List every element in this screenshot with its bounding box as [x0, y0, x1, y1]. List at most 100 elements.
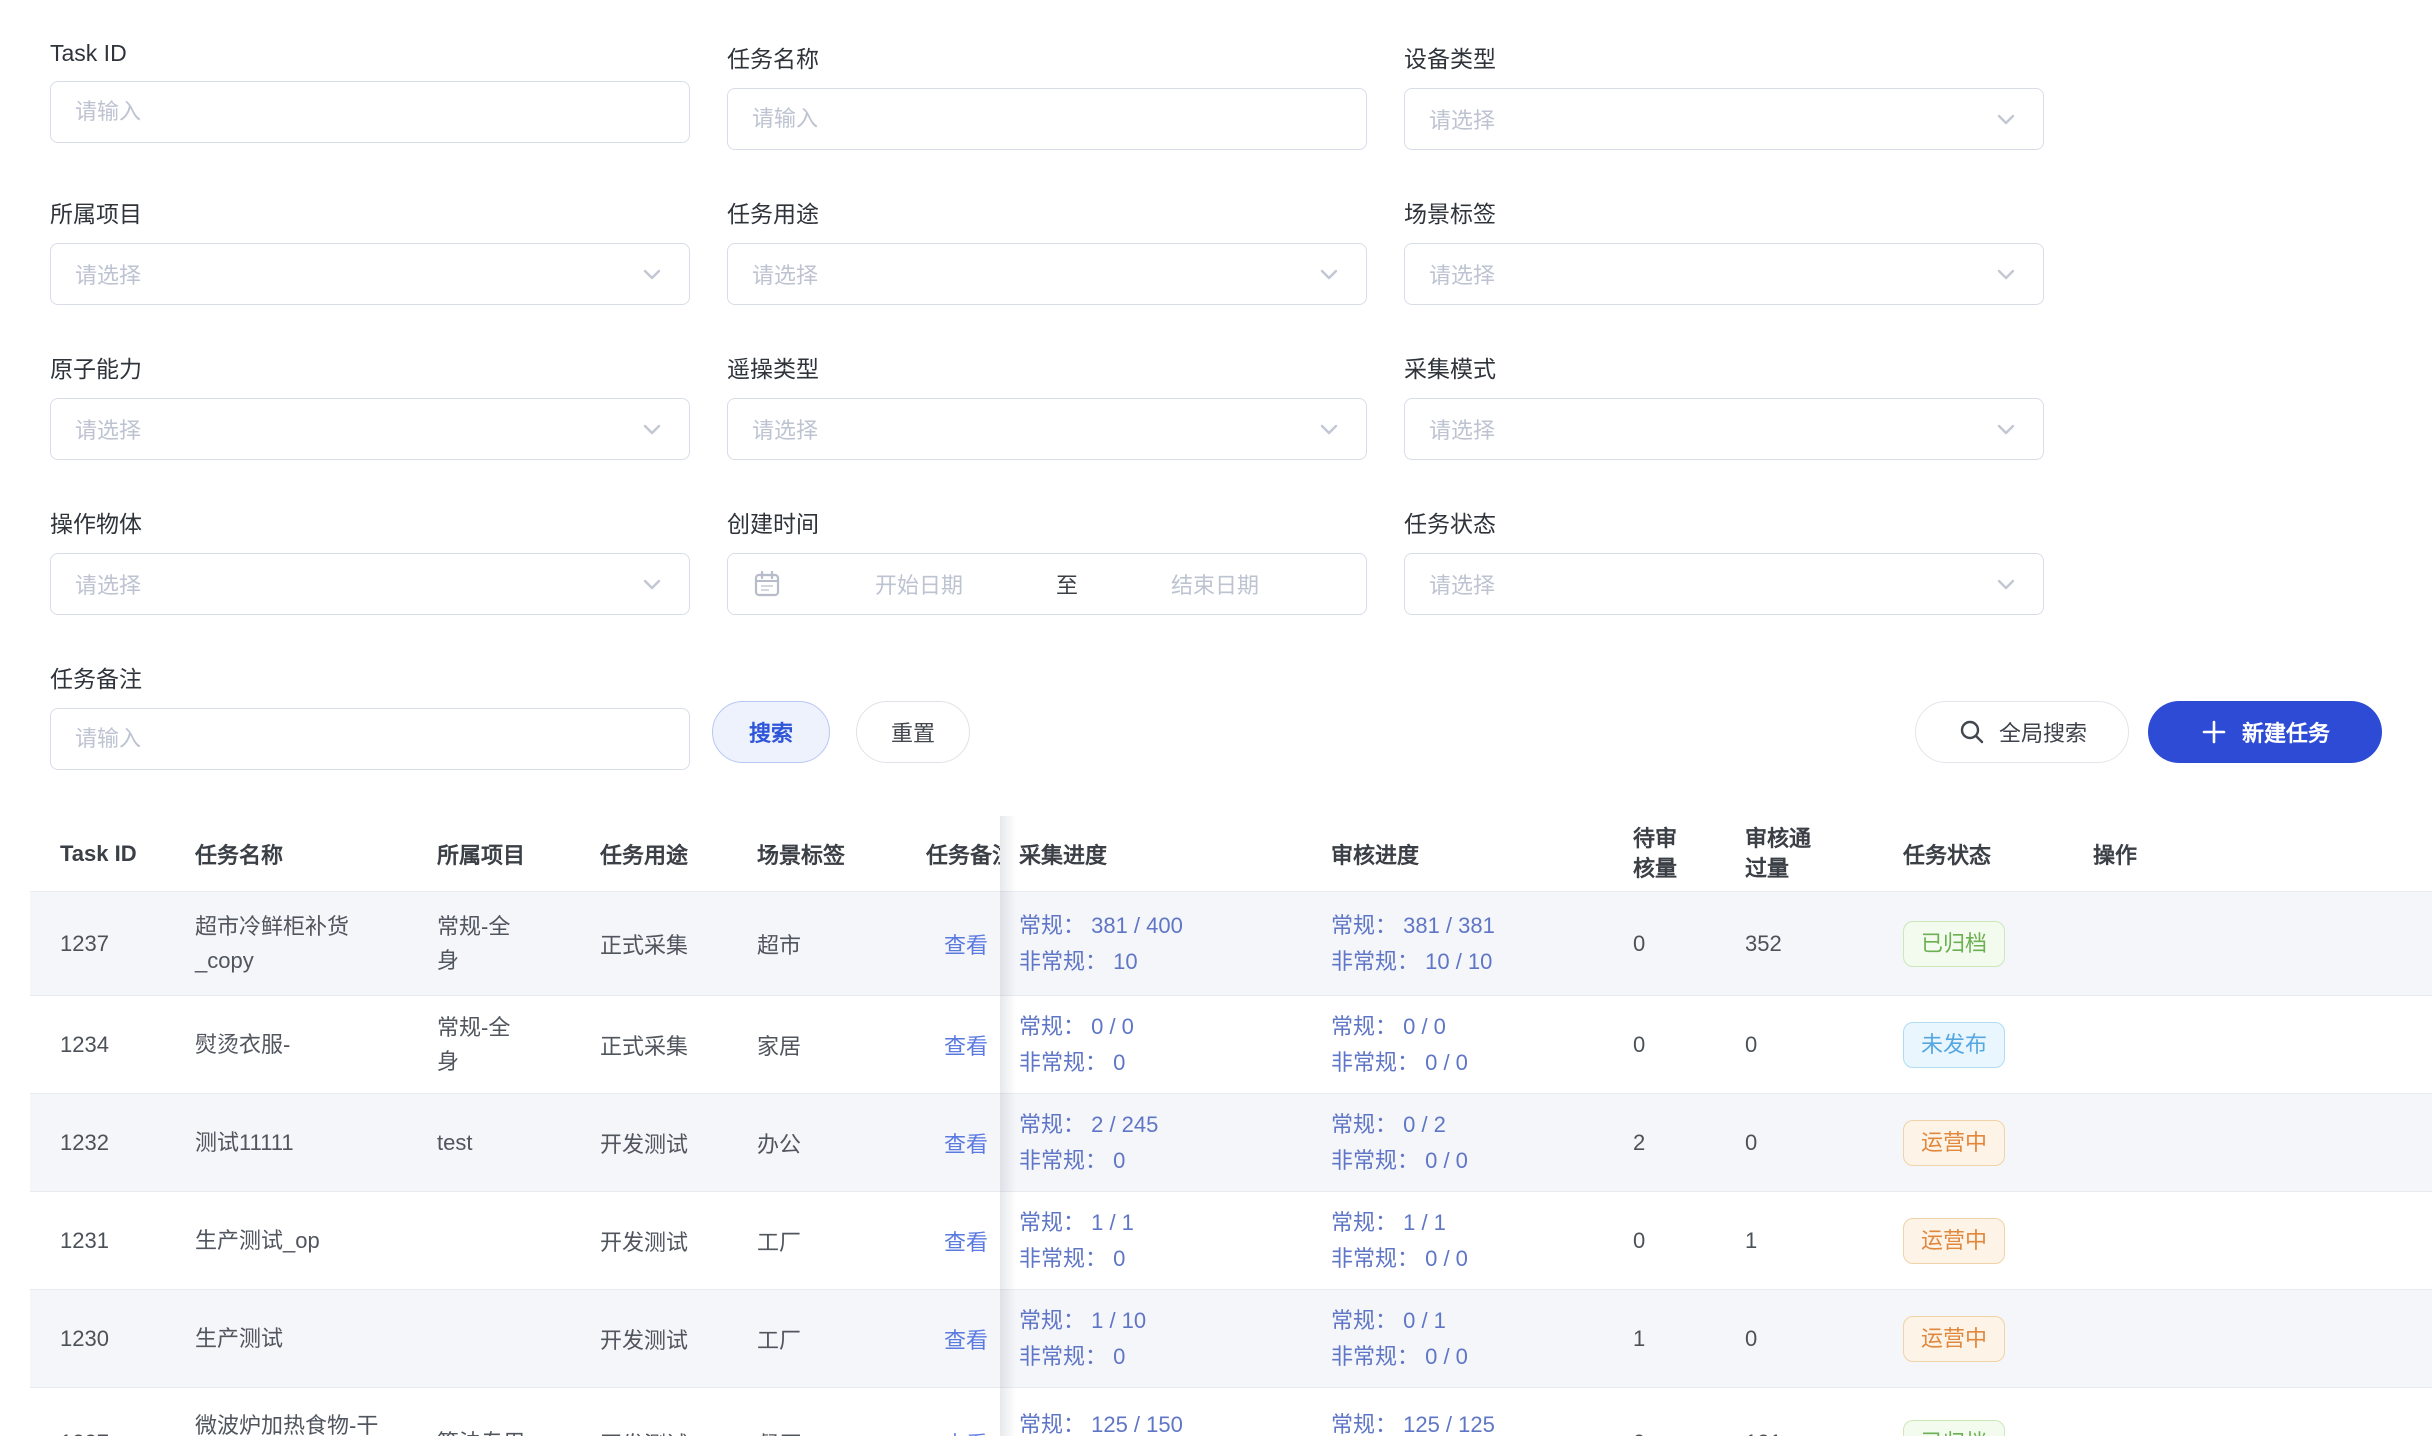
col-header-collect: 采集进度	[1019, 838, 1331, 870]
plus-icon	[2200, 718, 2228, 746]
scene-tag-cell: 工厂	[757, 1323, 801, 1355]
approved-count-cell: 121	[1745, 1430, 1782, 1436]
filter-field-scene-tag: 场景标签 请选择	[1404, 195, 2044, 305]
status-badge: 未发布	[1903, 1022, 2005, 1068]
new-task-button[interactable]: 新建任务	[2148, 701, 2382, 763]
approved-count-cell: 0	[1745, 1032, 1757, 1058]
table-row: 1230 生产测试 开发测试 工厂 查看 常规： 1 / 10非常规： 0 常规…	[30, 1290, 2432, 1388]
table-row: 1231 生产测试_op 开发测试 工厂 查看 常规： 1 / 1非常规： 0 …	[30, 1192, 2432, 1290]
view-remark-link[interactable]: 查看	[944, 1127, 988, 1159]
device-type-select[interactable]: 请选择	[1404, 88, 2044, 150]
status-badge: 运营中	[1903, 1120, 2005, 1166]
col-header-purpose: 任务用途	[600, 838, 757, 870]
task-name-cell: 测试11111	[195, 1126, 294, 1160]
atomic-ability-select[interactable]: 请选择	[50, 398, 690, 460]
filter-field-task-status: 任务状态 请选择	[1404, 505, 2044, 615]
review-progress-cell: 常规： 125 / 125非常规： 0 / 0	[1331, 1407, 1495, 1436]
task-name-cell: 超市冷鲜柜补货_copy	[195, 910, 380, 978]
global-search-button[interactable]: 全局搜索	[1915, 701, 2129, 763]
view-remark-link[interactable]: 查看	[944, 1029, 988, 1061]
task-name-cell: 微波炉加热食物-干扰-depth降...	[195, 1409, 380, 1436]
status-badge: 已归档	[1903, 1420, 2005, 1436]
task-name-cell: 生产测试	[195, 1322, 283, 1356]
status-badge: 运营中	[1903, 1218, 2005, 1264]
date-range-picker[interactable]: 开始日期 至 结束日期	[727, 553, 1367, 615]
chevron-down-icon	[1993, 261, 2019, 287]
task-name-input[interactable]	[727, 88, 1367, 150]
start-date-placeholder[interactable]: 开始日期	[792, 568, 1046, 600]
scene-tag-select[interactable]: 请选择	[1404, 243, 2044, 305]
purpose-cell: 正式采集	[600, 1029, 688, 1061]
actions-cell	[2093, 1007, 2229, 1083]
purpose-cell: 开发测试	[600, 1127, 688, 1159]
project-select[interactable]: 请选择	[50, 243, 690, 305]
chevron-down-icon	[639, 416, 665, 442]
view-remark-link[interactable]: 查看	[944, 1323, 988, 1355]
field-label: Task ID	[50, 40, 690, 67]
filter-field-remark: 任务备注	[50, 660, 690, 770]
task-id-cell: 1231	[60, 1228, 109, 1254]
col-header-review: 审核进度	[1331, 838, 1633, 870]
table-header-row: Task ID 任务名称 所属项目 任务用途 场景标签 任务备注 采集进度 审核…	[30, 816, 2432, 892]
filter-field-object: 操作物体 请选择	[50, 505, 690, 615]
purpose-select[interactable]: 请选择	[727, 243, 1367, 305]
task-id-input[interactable]	[50, 81, 690, 143]
object-select[interactable]: 请选择	[50, 553, 690, 615]
chevron-down-icon	[1316, 261, 1342, 287]
search-button[interactable]: 搜索	[712, 701, 830, 763]
collect-progress-cell: 常规： 1 / 1非常规： 0	[1019, 1205, 1134, 1277]
purpose-cell: 正式采集	[600, 928, 688, 960]
status-badge: 已归档	[1903, 921, 2005, 967]
col-header-approved: 审核通过量	[1745, 824, 1903, 884]
col-header-task-name: 任务名称	[195, 838, 437, 870]
collect-progress-cell: 常规： 2 / 245非常规： 0	[1019, 1107, 1158, 1179]
review-progress-cell: 常规： 1 / 1非常规： 0 / 0	[1331, 1205, 1468, 1277]
project-cell: 常规-全身	[437, 910, 527, 978]
col-header-task-id: Task ID	[30, 841, 195, 867]
view-remark-link[interactable]: 查看	[944, 1225, 988, 1257]
view-remark-link[interactable]: 查看	[944, 1427, 988, 1436]
task-remark-input[interactable]	[50, 708, 690, 770]
field-label: 任务备注	[50, 660, 690, 694]
approved-count-cell: 0	[1745, 1130, 1757, 1156]
filter-field-collect-mode: 采集模式 请选择	[1404, 350, 2044, 460]
approved-count-cell: 0	[1745, 1326, 1757, 1352]
end-date-placeholder[interactable]: 结束日期	[1088, 568, 1342, 600]
filter-field-teleop-type: 遥操类型 请选择	[727, 350, 1367, 460]
collect-mode-select[interactable]: 请选择	[1404, 398, 2044, 460]
field-label: 遥操类型	[727, 350, 1367, 384]
pending-count-cell: 0	[1633, 1032, 1645, 1058]
table-body: 1237 超市冷鲜柜补货_copy 常规-全身 正式采集 超市 查看 常规： 3…	[30, 892, 2432, 1436]
filter-field-task-name: 任务名称	[727, 40, 1367, 150]
review-progress-cell: 常规： 381 / 381非常规： 10 / 10	[1331, 908, 1495, 980]
filter-form: Task ID 任务名称 设备类型 请选择 所属项目 请选择 任务用途 请选择 …	[0, 0, 2432, 615]
collect-progress-cell: 常规： 125 / 150非常规： 0	[1019, 1407, 1183, 1436]
task-id-cell: 1232	[60, 1130, 109, 1156]
view-remark-link[interactable]: 查看	[944, 928, 988, 960]
search-icon	[1957, 717, 1987, 747]
teleop-type-select[interactable]: 请选择	[727, 398, 1367, 460]
review-progress-cell: 常规： 0 / 1非常规： 0 / 0	[1331, 1303, 1468, 1375]
approved-count-cell: 1	[1745, 1228, 1757, 1254]
col-header-pending: 待审核量	[1633, 824, 1745, 884]
filter-field-atomic-ability: 原子能力 请选择	[50, 350, 690, 460]
pending-count-cell: 0	[1633, 931, 1645, 957]
field-label: 场景标签	[1404, 195, 2044, 229]
chevron-down-icon	[1993, 571, 2019, 597]
filter-field-task-id: Task ID	[50, 40, 690, 150]
task-table: Task ID 任务名称 所属项目 任务用途 场景标签 任务备注 采集进度 审核…	[30, 816, 2432, 1436]
status-badge: 运营中	[1903, 1316, 2005, 1362]
field-label: 采集模式	[1404, 350, 2044, 384]
table-row: 1234 熨烫衣服- 常规-全身 正式采集 家居 查看 常规： 0 / 0非常规…	[30, 996, 2432, 1094]
field-label: 任务用途	[727, 195, 1367, 229]
scene-tag-cell: 超市	[757, 928, 801, 960]
purpose-cell: 开发测试	[600, 1323, 688, 1355]
review-progress-cell: 常规： 0 / 2非常规： 0 / 0	[1331, 1107, 1468, 1179]
task-name-cell: 熨烫衣服-	[195, 1028, 290, 1062]
pending-count-cell: 2	[1633, 1130, 1645, 1156]
task-status-select[interactable]: 请选择	[1404, 553, 2044, 615]
chevron-down-icon	[1993, 416, 2019, 442]
chevron-down-icon	[639, 571, 665, 597]
chevron-down-icon	[639, 261, 665, 287]
reset-button[interactable]: 重置	[856, 701, 970, 763]
